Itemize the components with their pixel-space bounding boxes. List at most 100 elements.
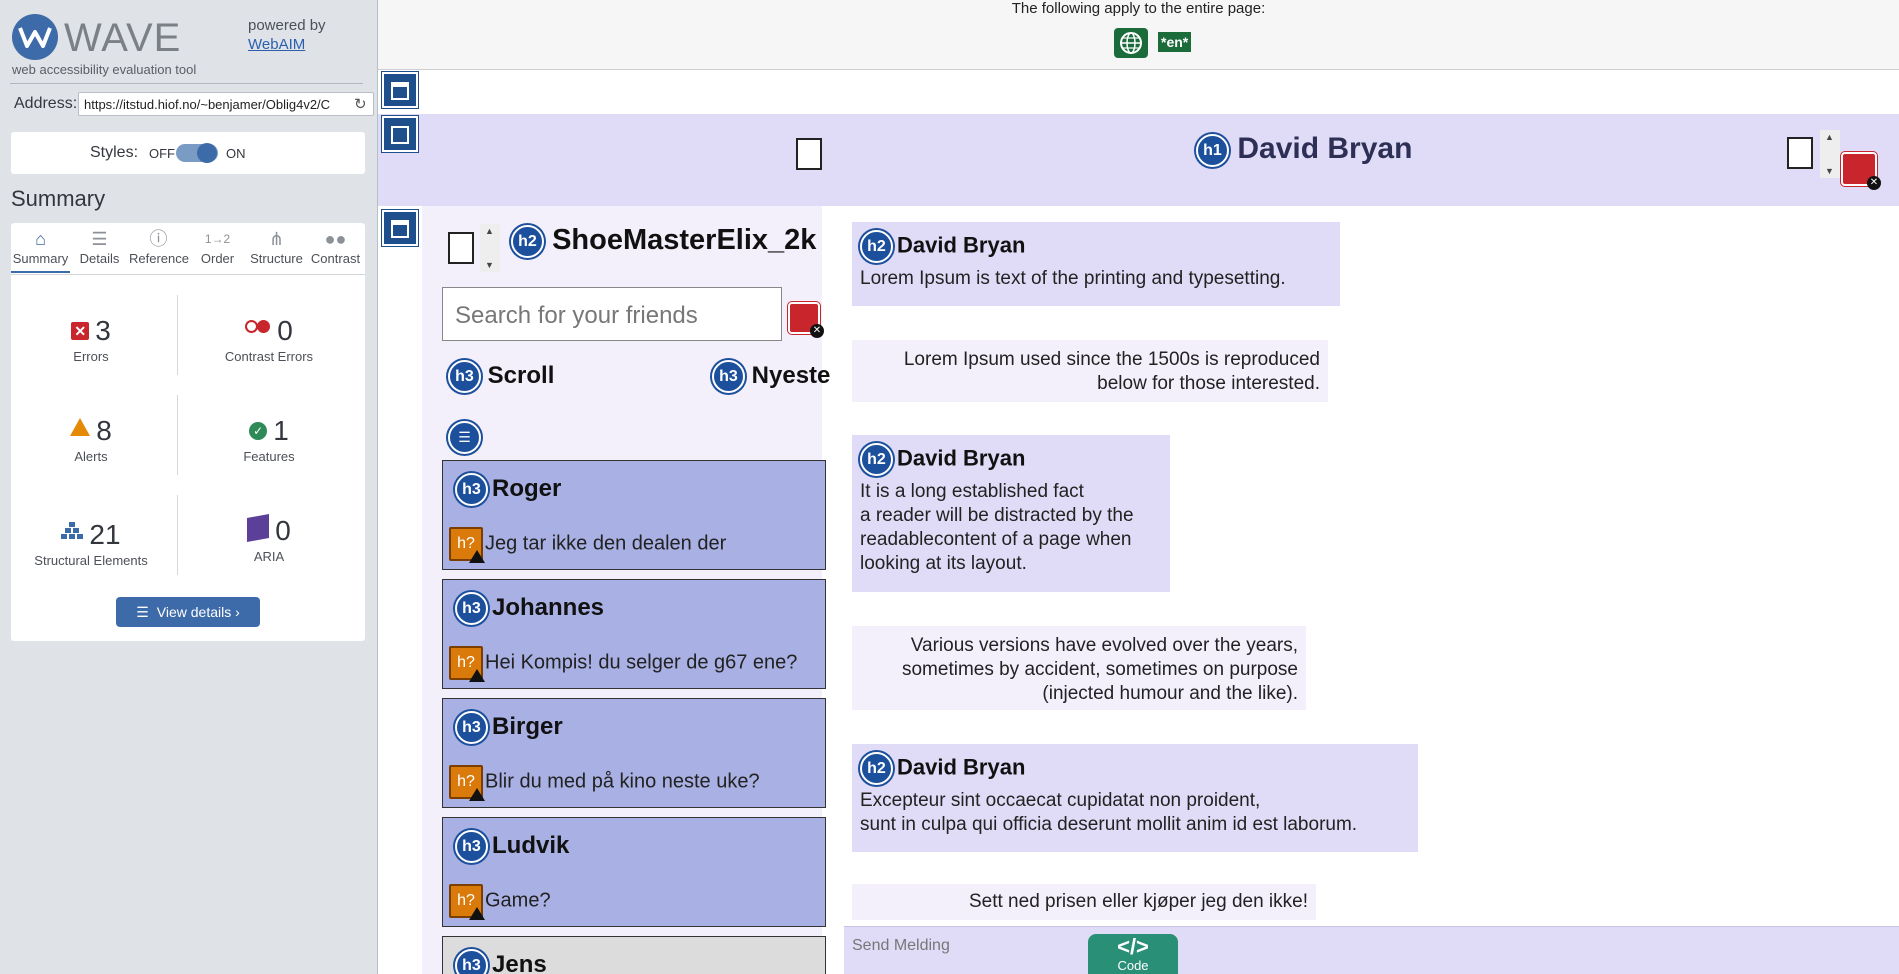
broken-link-icon[interactable]: ✕ (1841, 152, 1881, 190)
code-icon: </> (1117, 934, 1149, 959)
h2-badge-icon[interactable]: h2 (860, 230, 893, 263)
stat-contrast-errors[interactable]: 0 Contrast Errors (189, 315, 349, 395)
divider (177, 495, 178, 575)
message-sender: David Bryan (897, 232, 1026, 258)
contrast-icon: ●● (324, 229, 347, 249)
message-sent: Various versions have evolved over the y… (852, 626, 1306, 710)
h2-badge-icon[interactable]: h2 (860, 443, 893, 476)
message-text: looking at its layout. (860, 553, 1027, 574)
aria-count: 0 (275, 515, 291, 546)
friend-message: Blir du med på kino neste uke? (485, 770, 760, 793)
h3-badge-icon[interactable]: h3 (455, 830, 488, 863)
contrast-errors-label: Contrast Errors (224, 349, 314, 364)
scroll-heading: h3 Scroll (448, 360, 554, 393)
page-title-text: David Bryan (1237, 132, 1413, 165)
check-icon: ✓ (249, 422, 268, 440)
stat-alerts[interactable]: 8 Alerts (11, 415, 171, 495)
possible-heading-icon[interactable]: h? (449, 884, 485, 920)
reload-icon[interactable]: ↻ (354, 95, 367, 113)
message-text: a reader will be distracted by the (860, 505, 1134, 526)
errors-count: 3 (95, 315, 111, 346)
styles-on-label: ON (226, 146, 246, 161)
webaim-link[interactable]: WebAIM (248, 36, 305, 53)
order-icon: 1→2 (204, 232, 231, 246)
message-text: Lorem Ipsum used since the 1500s is repr… (903, 349, 1320, 370)
stat-errors[interactable]: ✕ 3 Errors (11, 315, 171, 395)
send-message-input[interactable]: Send Melding (852, 937, 950, 955)
scroll-heading-text: Scroll (487, 361, 555, 389)
tab-reference[interactable]: ⓘ Reference (129, 227, 189, 273)
address-input[interactable]: https://itstud.hiof.no/~benjamer/Oblig4v… (78, 92, 374, 116)
friend-name: Ludvik (492, 831, 570, 859)
message-received: h2 David Bryan Excepteur sint occaecat cu… (852, 744, 1418, 852)
error-icon: ✕ (71, 322, 90, 340)
tab-label: Details (79, 251, 120, 266)
code-panel-toggle[interactable]: </> Code (1088, 934, 1178, 974)
view-details-button[interactable]: ☰ View details › (116, 597, 260, 627)
list-icon[interactable]: ☰ (448, 421, 481, 454)
h3-badge-icon[interactable]: h3 (455, 473, 488, 506)
divider (177, 395, 178, 475)
tab-order[interactable]: 1→2 Order (188, 227, 247, 273)
message-text: sometimes by accident, sometimes on purp… (901, 659, 1298, 680)
friend-item-jens[interactable]: h3 Jens (442, 936, 826, 974)
tab-details[interactable]: ☰ Details (70, 227, 129, 273)
username-heading: h2 ShoeMasterElix_2k (511, 224, 816, 258)
tab-structure[interactable]: ⋔ Structure (247, 227, 306, 273)
language-badge[interactable]: *en* (1158, 32, 1192, 52)
h3-badge-icon[interactable]: h3 (455, 949, 488, 974)
h3-badge-icon[interactable]: h3 (712, 360, 745, 393)
stepper-control[interactable]: ▲ ▼ (480, 224, 500, 272)
aside-region-icon[interactable] (382, 210, 418, 246)
stat-structural[interactable]: 21 Structural Elements (11, 515, 171, 595)
message-text: (injected humour and the like). (1042, 683, 1298, 704)
possible-heading-icon[interactable]: h? (449, 646, 485, 682)
header-region-icon[interactable] (382, 72, 418, 108)
features-count: 1 (273, 415, 289, 446)
empty-element-box (796, 138, 822, 170)
h2-badge-icon[interactable]: h2 (511, 224, 544, 258)
message-sent: Sett ned prisen eller kjøper jeg den ikk… (852, 884, 1316, 920)
tab-label: Structure (250, 251, 303, 266)
tab-contrast[interactable]: ●● Contrast (306, 227, 365, 273)
friend-name: Jens (492, 950, 547, 974)
h3-badge-icon[interactable]: h3 (455, 711, 488, 744)
arrow-down-icon: ▼ (485, 260, 494, 270)
friend-item-roger[interactable]: h3 Roger h? Jeg tar ikke den dealen der (442, 460, 826, 570)
wave-logo-subtitle: web accessibility evaluation tool (12, 62, 197, 77)
tab-bar: ⌂ Summary ☰ Details ⓘ Reference 1→2 Orde… (11, 223, 365, 275)
stat-features[interactable]: ✓ 1 Features (189, 415, 349, 495)
friend-item-birger[interactable]: h3 Birger h? Blir du med på kino neste uke… (442, 698, 826, 808)
alerts-count: 8 (96, 415, 112, 446)
styles-toggle[interactable] (176, 143, 218, 163)
friend-search-input[interactable]: Search for your friends (442, 287, 782, 341)
wave-sidebar: WAVE web accessibility evaluation tool p… (0, 0, 378, 974)
friend-item-johannes[interactable]: h3 Johannes h? Hei Kompis! du selger de g6… (442, 579, 826, 689)
stat-aria[interactable]: 0 ARIA (189, 514, 349, 595)
nyeste-heading: h3 Nyeste (712, 360, 830, 393)
h3-badge-icon[interactable]: h3 (448, 360, 481, 393)
tab-summary[interactable]: ⌂ Summary (11, 227, 70, 273)
powered-by: powered by WebAIM (248, 16, 326, 54)
page-banner: The following apply to the entire page: … (378, 0, 1899, 70)
message-text: readablecontent of a page when (860, 529, 1132, 550)
missing-label-icon[interactable]: ✕ (788, 302, 824, 338)
message-received: h2 David Bryan It is a long established f… (852, 435, 1170, 592)
friend-item-ludvik[interactable]: h3 Ludvik h? Game? (442, 817, 826, 927)
arrow-up-icon: ▲ (485, 226, 494, 236)
h3-badge-icon[interactable]: h3 (455, 592, 488, 625)
possible-heading-icon[interactable]: h? (449, 527, 485, 563)
h2-badge-icon[interactable]: h2 (860, 752, 893, 785)
navigation-region-icon[interactable] (382, 116, 418, 152)
h1-badge-icon[interactable]: h1 (1196, 133, 1229, 167)
code-label: Code (1117, 958, 1149, 973)
possible-heading-icon[interactable]: h? (449, 765, 485, 801)
structure-icon: ⋔ (268, 229, 285, 249)
stepper-control[interactable]: ▲ ▼ (1820, 130, 1840, 178)
wave-logo-text: WAVE (64, 16, 182, 60)
globe-icon[interactable] (1114, 28, 1148, 58)
message-text: Sett ned prisen eller kjøper jeg den ikk… (968, 891, 1308, 912)
friend-message: Hei Kompis! du selger de g67 ene? (485, 651, 798, 674)
message-text: Various versions have evolved over the y… (910, 635, 1298, 656)
errors-label: Errors (73, 349, 109, 364)
